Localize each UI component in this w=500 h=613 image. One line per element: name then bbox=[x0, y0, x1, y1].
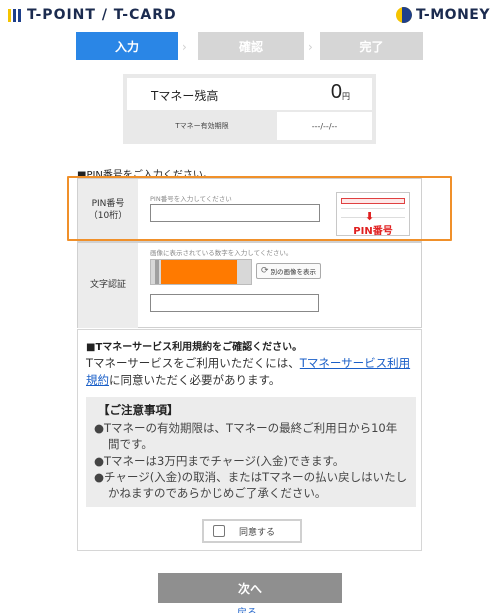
captcha-hint: 画像に表示されている数字を入力してください。 bbox=[150, 249, 293, 257]
captcha-row-header: 文字認証 bbox=[78, 243, 138, 328]
notice-item: ●チャージ(入金)の取消、またはTマネーの払い戻しはいたしかねますのであらかじめ… bbox=[94, 469, 408, 501]
captcha-label: 文字認証 bbox=[89, 280, 126, 291]
balance-value: 0 bbox=[330, 81, 342, 103]
agree-label: 同意する bbox=[239, 527, 276, 538]
terms-text-before: Tマネーサービスをご利用いただくには、 bbox=[86, 356, 300, 370]
balance-panel: Tマネー残高 0 円 Tマネー有効期限 ---/--/-- bbox=[123, 74, 376, 144]
t-money-logo: T-MONEY bbox=[395, 7, 490, 23]
terms-text-after: に同意いただく必要があります。 bbox=[109, 373, 281, 388]
captcha-redaction bbox=[161, 260, 237, 284]
terms-box: ■Tマネーサービス利用規約をご確認ください。 Tマネーサービスをご利用いただくに… bbox=[77, 329, 422, 551]
terms-text: Tマネーサービスをご利用いただくには、Tマネーサービス利用規約に同意いただく必要… bbox=[86, 355, 421, 390]
refresh-icon: ⟳ bbox=[261, 266, 269, 276]
brand-left-text: T-POINT / T-CARD bbox=[27, 7, 177, 23]
expiry-value: ---/--/-- bbox=[277, 112, 372, 140]
balance-unit: 円 bbox=[342, 92, 350, 101]
agree-checkbox-control[interactable]: 同意する bbox=[202, 519, 302, 543]
back-link[interactable]: 戻る bbox=[237, 604, 257, 613]
terms-title: ■Tマネーサービス利用規約をご確認ください。 bbox=[86, 342, 303, 353]
step-confirm: 確認 bbox=[198, 32, 304, 60]
refresh-captcha-button[interactable]: ⟳ 別の画像を表示 bbox=[256, 263, 322, 279]
step-arrow-icon: › bbox=[308, 40, 313, 54]
expiry-label: Tマネー有効期限 bbox=[127, 112, 277, 140]
notice-item: ●Tマネーは3万円までチャージ(入金)できます。 bbox=[94, 453, 345, 468]
t-money-circle-icon bbox=[395, 7, 412, 23]
captcha-input[interactable] bbox=[150, 294, 319, 312]
notice-title: 【ご注意事項】 bbox=[98, 403, 179, 417]
t-point-logo: T-POINT / T-CARD bbox=[8, 7, 177, 23]
notice-item: ●Tマネーの有効期限は、Tマネーの最終ご利用日から10年間です。 bbox=[94, 421, 398, 452]
agree-checkbox[interactable] bbox=[213, 525, 225, 537]
refresh-captcha-label: 別の画像を表示 bbox=[270, 268, 317, 276]
step-arrow-icon: › bbox=[182, 40, 187, 54]
step-input: 入力 bbox=[76, 32, 178, 60]
captcha-image bbox=[150, 259, 252, 285]
balance-label: Tマネー残高 bbox=[151, 89, 219, 103]
pin-highlight-frame bbox=[67, 176, 452, 241]
balance-row: Tマネー残高 0 円 bbox=[127, 78, 372, 110]
next-button[interactable]: 次へ bbox=[158, 573, 342, 603]
expiry-row: Tマネー有効期限 ---/--/-- bbox=[127, 112, 372, 140]
step-complete: 完了 bbox=[320, 32, 423, 60]
notice-box: 【ご注意事項】 ●Tマネーの有効期限は、Tマネーの最終ご利用日から10年間です。… bbox=[86, 397, 416, 507]
t-point-bars-icon bbox=[8, 8, 21, 22]
header: T-POINT / T-CARD T-MONEY bbox=[0, 0, 500, 30]
brand-right-text: T-MONEY bbox=[415, 7, 490, 23]
